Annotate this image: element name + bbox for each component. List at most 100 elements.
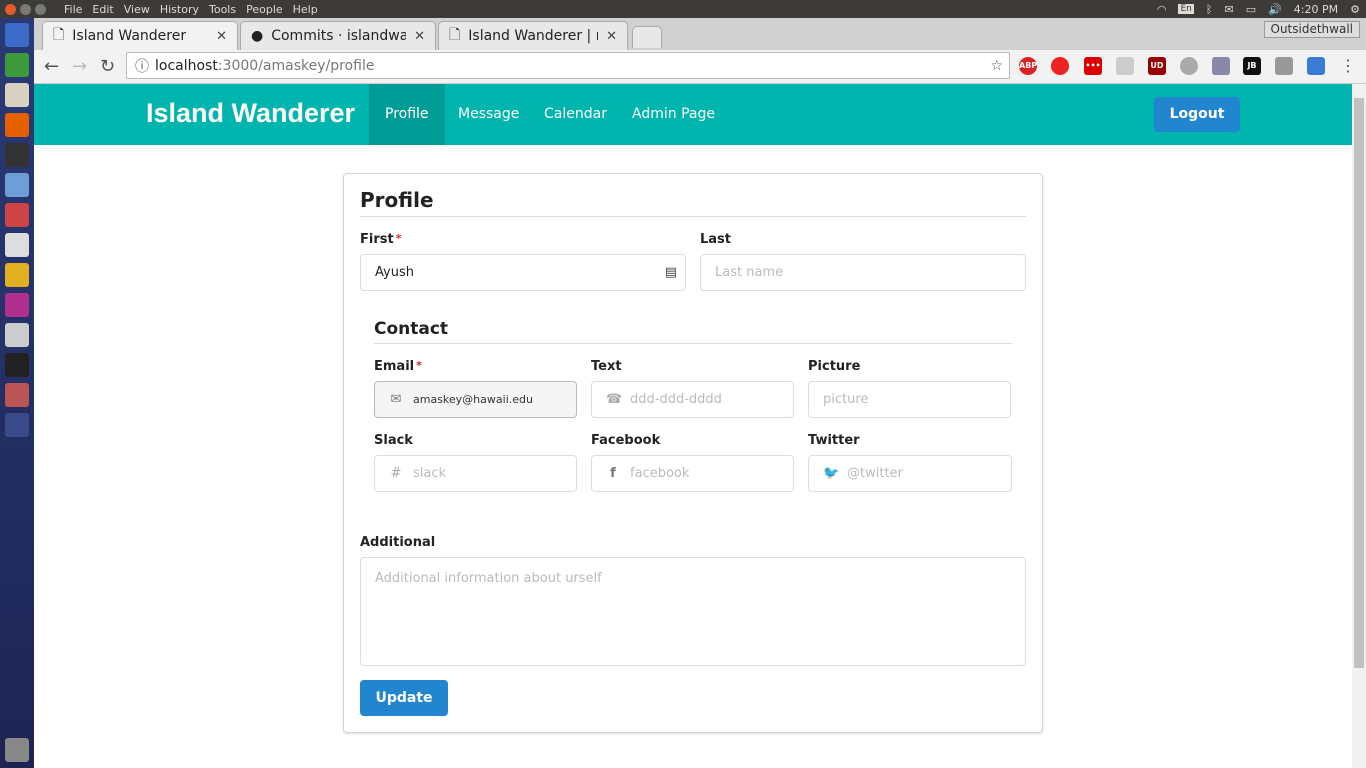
writer-icon[interactable]	[5, 173, 29, 197]
eyedropper-icon[interactable]	[1212, 57, 1230, 75]
volume-icon[interactable]: 🔊	[1268, 3, 1282, 16]
battery-icon[interactable]: ▭	[1246, 3, 1256, 16]
scrollbar-thumb[interactable]	[1354, 98, 1364, 668]
last-label: Last	[700, 232, 732, 247]
back-icon[interactable]: ←	[44, 56, 59, 77]
page: Island Wanderer Profile Message Calendar…	[34, 84, 1352, 768]
menu-tools[interactable]: Tools	[209, 3, 236, 16]
dash-icon[interactable]	[5, 23, 29, 47]
slack-icon: #	[390, 466, 402, 481]
menu-file[interactable]: File	[64, 3, 82, 16]
menu-kebab-icon[interactable]: ⋮	[1340, 56, 1356, 75]
phone-icon: ☎	[606, 392, 623, 407]
window-close-button[interactable]	[5, 3, 16, 15]
launcher	[0, 18, 34, 768]
additional-textarea[interactable]: Additional information about urself	[360, 557, 1026, 666]
tab-island-wanderer[interactable]: 🗋 Island Wanderer ✕	[42, 21, 238, 50]
jetbrains-icon[interactable]: JB	[1243, 57, 1261, 75]
archive-icon[interactable]	[5, 383, 29, 407]
text-input[interactable]: ☎ ddd-ddd-dddd	[591, 381, 794, 418]
facebook-icon: f	[610, 466, 616, 481]
chrome-icon[interactable]	[5, 263, 29, 287]
slack-input[interactable]: # slack	[374, 455, 577, 492]
bookmark-star-icon[interactable]: ☆	[990, 58, 1003, 74]
window-maximize-button[interactable]	[35, 3, 46, 15]
logout-button[interactable]: Logout	[1154, 97, 1240, 132]
additional-label: Additional	[360, 535, 436, 550]
facebook-label: Facebook	[591, 433, 661, 448]
terminal-icon[interactable]	[5, 143, 29, 167]
menu-people[interactable]: People	[246, 3, 283, 16]
picture-label: Picture	[808, 359, 861, 374]
address-bar[interactable]: ⓘ localhost:3000/amaskey/profile ☆	[126, 52, 1010, 79]
email-input[interactable]: ✉ amaskey@hawaii.edu	[374, 381, 577, 418]
form-title: Profile	[360, 188, 1026, 217]
last-name-input[interactable]: Last name	[700, 254, 1026, 291]
adblock-plus-icon[interactable]: ABP	[1019, 57, 1037, 75]
lastpass-icon[interactable]: •••	[1084, 57, 1102, 75]
tab-strip: 🗋 Island Wanderer ✕ ● Commits · islandwa ✕ 🗋…	[34, 18, 1366, 50]
brand[interactable]: Island Wanderer	[146, 98, 355, 129]
nav-calendar[interactable]: Calendar	[528, 84, 623, 145]
reload-icon[interactable]: ↻	[100, 56, 115, 77]
mail-icon[interactable]: ✉	[1224, 3, 1233, 16]
keyboard-language[interactable]: En	[1178, 4, 1194, 14]
workspace-icon[interactable]	[5, 413, 29, 437]
impress-icon[interactable]	[5, 83, 29, 107]
browser-toolbar: ← → ↻ ⓘ localhost:3000/amaskey/profile ☆…	[34, 50, 1366, 84]
extension-icon[interactable]	[1275, 57, 1293, 75]
screenshot-icon[interactable]	[1307, 57, 1325, 75]
first-name-input[interactable]: Ayush ▤	[360, 254, 686, 291]
intellij-icon[interactable]	[5, 293, 29, 317]
scrollbar[interactable]	[1352, 84, 1366, 768]
text-editor-icon[interactable]	[5, 323, 29, 347]
window-minimize-button[interactable]	[20, 3, 31, 15]
new-tab-button[interactable]	[632, 26, 662, 48]
wifi-icon[interactable]: ◠	[1157, 3, 1167, 16]
slack-label: Slack	[374, 433, 413, 448]
first-label: First *	[360, 232, 402, 247]
menu-view[interactable]: View	[124, 3, 150, 16]
facebook-input[interactable]: f facebook	[591, 455, 794, 492]
profile-button[interactable]: Outsidethwall	[1263, 21, 1360, 38]
twitter-icon: 🐦	[823, 466, 840, 481]
text-label: Text	[591, 359, 622, 374]
menu-edit[interactable]: Edit	[92, 3, 113, 16]
ublock-icon[interactable]: UD	[1148, 57, 1166, 75]
twitter-input[interactable]: 🐦 @twitter	[808, 455, 1012, 492]
trash-icon[interactable]	[5, 738, 29, 762]
nav-message[interactable]: Message	[442, 84, 535, 145]
bluetooth-icon[interactable]: ᛒ	[1206, 3, 1213, 16]
picture-input[interactable]: picture	[808, 381, 1011, 418]
power-gear-icon[interactable]: ⚙	[1350, 3, 1360, 16]
rss-icon[interactable]	[1116, 57, 1134, 75]
xcode-icon[interactable]	[5, 233, 29, 257]
close-tab-icon[interactable]: ✕	[414, 29, 425, 44]
required-mark: *	[416, 359, 422, 372]
clock[interactable]: 4:20 PM	[1294, 3, 1338, 16]
envelope-icon: ✉	[390, 392, 402, 407]
nav-profile[interactable]: Profile	[369, 84, 445, 145]
nav-admin-page[interactable]: Admin Page	[616, 84, 731, 145]
github-icon: ●	[251, 28, 264, 44]
tab-island-wanderer-2[interactable]: 🗋 Island Wanderer | m ✕	[438, 21, 628, 50]
forward-icon[interactable]: →	[72, 56, 87, 77]
tab-commits[interactable]: ● Commits · islandwa ✕	[240, 21, 436, 50]
hand-block-icon[interactable]	[1051, 57, 1069, 75]
calc-icon[interactable]	[5, 53, 29, 77]
id-card-icon: ▤	[664, 265, 677, 280]
twitter-label: Twitter	[808, 433, 860, 448]
required-mark: *	[395, 232, 402, 245]
settings-icon[interactable]	[5, 203, 29, 227]
close-tab-icon[interactable]: ✕	[606, 29, 617, 44]
email-label: Email *	[374, 359, 422, 374]
close-tab-icon[interactable]: ✕	[216, 29, 227, 44]
firefox-icon[interactable]	[5, 113, 29, 137]
menu-help[interactable]: Help	[293, 3, 318, 16]
page-icon: 🗋	[449, 27, 461, 43]
profile-form: Profile First * Ayush ▤ Last Last name Con…	[343, 173, 1043, 733]
update-button[interactable]: Update	[360, 680, 448, 716]
palette-icon[interactable]	[1180, 57, 1198, 75]
system-monitor-icon[interactable]	[5, 353, 29, 377]
menu-history[interactable]: History	[160, 3, 199, 16]
